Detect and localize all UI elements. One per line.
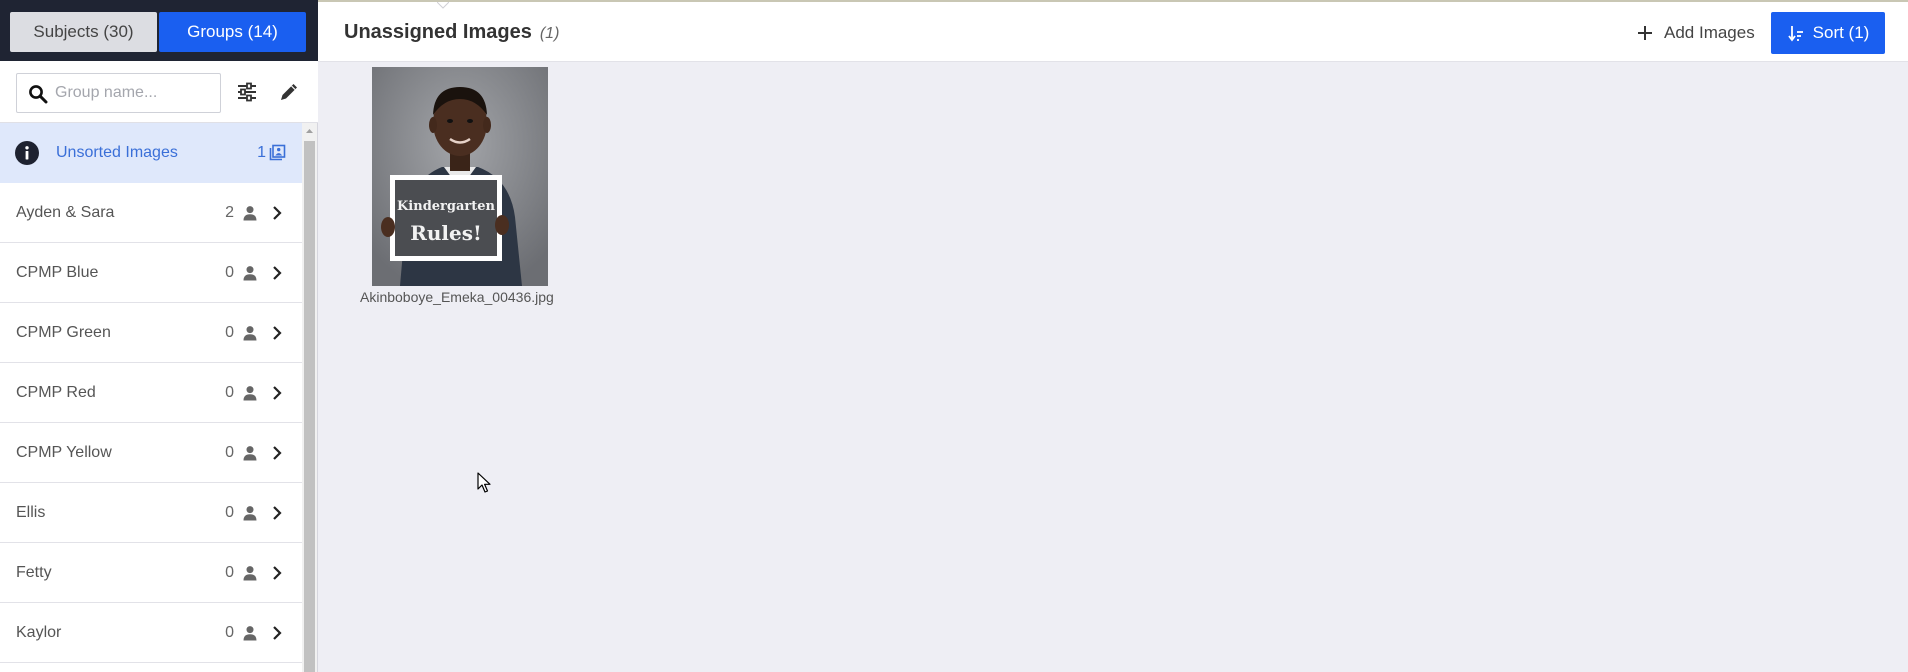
group-name: Ellis	[16, 504, 46, 521]
scrollbar-thumb[interactable]	[304, 141, 315, 672]
plus-icon	[1638, 26, 1652, 40]
group-name: CPMP Yellow	[16, 444, 112, 461]
chevron-right-icon[interactable]	[268, 384, 286, 402]
group-name: Unsorted Images	[56, 144, 178, 161]
group-row-unsorted-images[interactable]: Unsorted Images 1	[0, 123, 302, 183]
mouse-cursor-icon	[477, 472, 491, 493]
page-title-count: (1)	[539, 25, 560, 42]
image-filename: Akinboboye_Emeka_00436.jpg	[360, 289, 554, 305]
group-name: CPMP Blue	[16, 264, 99, 281]
add-images-button[interactable]: Add Images	[1636, 14, 1755, 52]
person-icon	[243, 566, 257, 581]
page-title-text: Unassigned Images	[344, 21, 532, 43]
sidebar-tabbar: Subjects (30) Groups (14)	[0, 0, 318, 61]
sliders-icon[interactable]	[234, 79, 260, 105]
page-title: Unassigned Images (1)	[344, 2, 559, 64]
main-header: Unassigned Images (1) Add Images Sort (1)	[318, 2, 1908, 62]
group-name: CPMP Red	[16, 384, 96, 401]
group-list: Unsorted Images 1 Ayden & Sara 2 CPMP Bl…	[0, 123, 302, 672]
person-icon	[243, 386, 257, 401]
group-row[interactable]: Fetty 0	[0, 543, 302, 603]
tab-groups[interactable]: Groups (14)	[159, 12, 306, 52]
images-icon	[269, 144, 286, 161]
group-count: 0	[225, 504, 234, 521]
chevron-right-icon[interactable]	[268, 624, 286, 642]
chevron-right-icon[interactable]	[268, 504, 286, 522]
chevron-right-icon[interactable]	[268, 324, 286, 342]
group-count: 0	[225, 264, 234, 281]
sort-label: Sort (1)	[1812, 23, 1870, 42]
group-count: 0	[225, 324, 234, 341]
group-row[interactable]: CPMP Yellow 0	[0, 423, 302, 483]
sort-icon	[1787, 26, 1803, 42]
group-name: Kaylor	[16, 624, 62, 641]
person-icon	[243, 506, 257, 521]
group-row[interactable]: CPMP Red 0	[0, 363, 302, 423]
group-name: CPMP Green	[16, 324, 111, 341]
sign-text-line2: Rules!	[410, 221, 482, 245]
sign-text-line1: Kindergarten	[397, 199, 496, 214]
group-list-scrollbar[interactable]	[302, 123, 317, 672]
chevron-right-icon[interactable]	[268, 564, 286, 582]
group-count: 2	[225, 204, 234, 221]
group-row[interactable]: Kaylor 0	[0, 603, 302, 663]
scroll-up-arrow-icon[interactable]	[302, 125, 317, 137]
chevron-right-icon[interactable]	[268, 204, 286, 222]
group-row[interactable]: CPMP Blue 0	[0, 243, 302, 303]
group-search-row	[0, 61, 318, 123]
person-icon	[243, 266, 257, 281]
group-row[interactable]: Ayden & Sara 2	[0, 183, 302, 243]
group-name: Fetty	[16, 564, 52, 581]
search-icon	[29, 85, 48, 104]
group-search-box[interactable]	[16, 73, 221, 113]
tab-subjects[interactable]: Subjects (30)	[10, 12, 157, 52]
sort-button[interactable]: Sort (1)	[1771, 12, 1885, 54]
groups-sidebar: Subjects (30) Groups (14) Group name... …	[0, 0, 318, 672]
group-search-input[interactable]	[55, 74, 215, 112]
group-row[interactable]: CPMP Green 0	[0, 303, 302, 363]
group-name: Ayden & Sara	[16, 204, 115, 221]
group-count: 1	[257, 144, 266, 161]
person-icon	[243, 446, 257, 461]
student-photo: Kindergarten Rules!	[372, 67, 548, 286]
person-icon	[243, 626, 257, 641]
group-count: 0	[225, 444, 234, 461]
pencil-icon[interactable]	[276, 79, 302, 105]
chevron-right-icon[interactable]	[268, 444, 286, 462]
add-images-label: Add Images	[1664, 23, 1755, 42]
main-panel: Unassigned Images (1) Add Images Sort (1)	[318, 0, 1908, 672]
image-thumbnail[interactable]: Kindergarten Rules!	[372, 67, 548, 286]
group-count: 0	[225, 384, 234, 401]
info-icon	[15, 141, 39, 165]
group-count: 0	[225, 624, 234, 641]
group-row[interactable]: Ellis 0	[0, 483, 302, 543]
person-icon	[243, 206, 257, 221]
person-icon	[243, 326, 257, 341]
chevron-right-icon[interactable]	[268, 264, 286, 282]
group-count: 0	[225, 564, 234, 581]
